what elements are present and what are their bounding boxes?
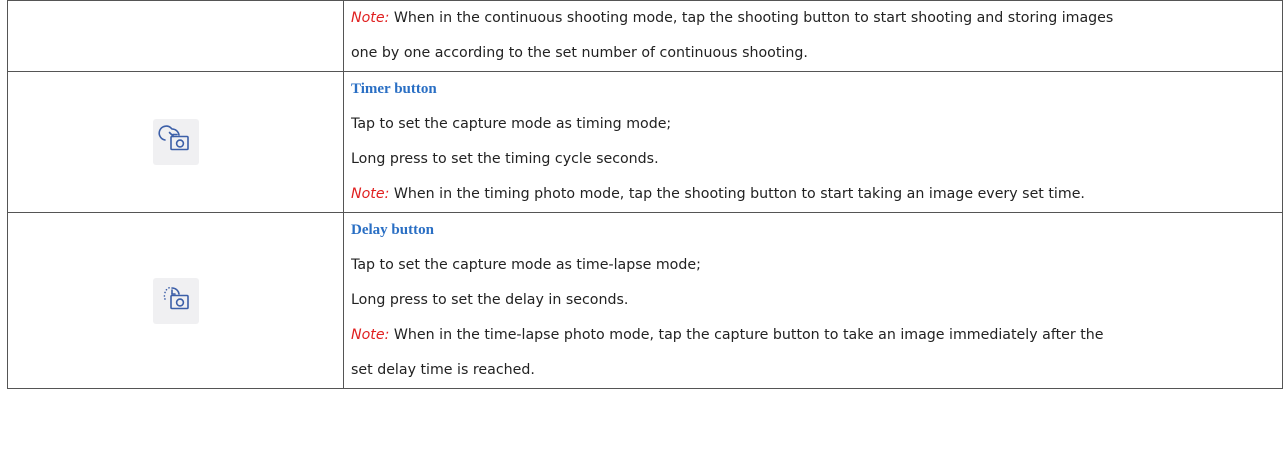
note-line: Note: When in the continuous shooting mo… [351,1,1274,36]
timer-camera-icon [152,119,199,165]
icon-cell [7,71,344,213]
note-label: Note: [351,186,390,202]
note-text: When in the time-lapse photo mode, tap t… [389,327,1104,343]
delay-button-title: Delay button [351,222,434,238]
table-row: Delay button Tap to set the capture mode… [7,212,1283,389]
note-label: Note: [351,327,390,343]
button-description-table: Note: When in the continuous shooting mo… [7,0,1283,389]
description-line: Tap to set the capture mode as timing mo… [351,116,672,132]
delay-camera-icon [152,277,199,324]
icon-cell [7,212,344,389]
icon-cell-empty [7,0,344,72]
timer-button-title: Timer button [351,81,437,97]
description-line: one by one according to the set number o… [351,45,808,61]
table-row: Note: When in the continuous shooting mo… [7,0,1283,72]
description-cell: Note: When in the continuous shooting mo… [343,0,1283,72]
note-line: Note: When in the timing photo mode, tap… [351,177,1274,212]
description-line: set delay time is reached. [351,362,535,378]
note-text: When in the timing photo mode, tap the s… [389,186,1085,202]
note-line: Note: When in the time-lapse photo mode,… [351,318,1274,353]
description-line: Long press to set the delay in seconds. [351,292,629,308]
note-label: Note: [351,10,390,26]
description-line: Tap to set the capture mode as time-laps… [351,257,701,273]
description-cell: Delay button Tap to set the capture mode… [343,212,1283,389]
description-cell: Timer button Tap to set the capture mode… [343,71,1283,213]
note-text: When in the continuous shooting mode, ta… [389,10,1114,26]
table-row: Timer button Tap to set the capture mode… [7,71,1283,213]
description-line: Long press to set the timing cycle secon… [351,151,659,167]
